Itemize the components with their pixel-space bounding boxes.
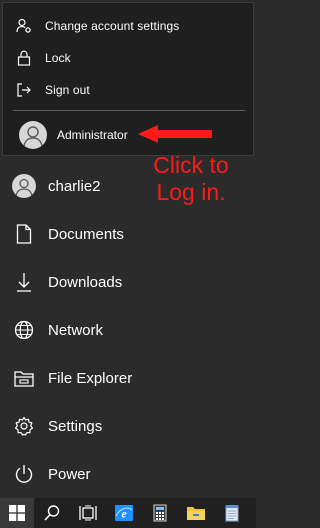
downloads-label: Downloads [48,273,123,291]
internet-explorer-button[interactable]: e [106,498,142,528]
documents-label: Documents [48,225,124,243]
start-menu-screen: Change account settings Lock Sign out Ad… [0,0,256,528]
lock-icon [3,50,45,66]
change-account-settings-item[interactable]: Change account settings [3,11,253,41]
red-arrow-annotation [138,125,212,143]
documents-item[interactable]: Documents [0,211,256,257]
network-item[interactable]: Network [0,307,256,353]
file-explorer-taskbar-button[interactable] [178,498,214,528]
user-charlie2-item[interactable]: charlie2 [0,163,256,209]
document-icon [0,224,48,244]
task-view-button[interactable] [70,498,106,528]
power-item[interactable]: Power [0,451,256,497]
gear-icon [0,416,48,436]
power-label: Power [48,465,91,483]
sign-out-item[interactable]: Sign out [3,75,253,105]
notepad-button[interactable] [214,498,250,528]
account-flyout: Change account settings Lock Sign out Ad… [2,2,254,156]
notepad-icon [225,505,239,522]
folder-icon [187,507,205,520]
start-button[interactable] [0,498,34,528]
download-icon [0,272,48,292]
downloads-item[interactable]: Downloads [0,259,256,305]
person-gear-icon [3,18,45,34]
file-explorer-icon [0,369,48,387]
network-icon [0,320,48,340]
lock-item[interactable]: Lock [3,43,253,73]
search-button[interactable] [34,498,70,528]
settings-label: Settings [48,417,103,435]
search-icon [44,505,60,521]
calculator-button[interactable] [142,498,178,528]
file-explorer-item[interactable]: File Explorer [0,355,256,401]
windows-start-icon [9,505,25,521]
user-avatar-icon-wrap [0,174,48,198]
settings-item[interactable]: Settings [0,403,256,449]
ie-icon: e [115,505,133,521]
calculator-icon [153,504,167,522]
charlie2-label: charlie2 [48,177,101,195]
change-account-settings-label: Change account settings [45,19,180,33]
sign-out-label: Sign out [45,83,90,97]
power-icon [0,464,48,484]
user-avatar-icon [19,121,47,149]
administrator-label: Administrator [57,128,128,142]
lock-label: Lock [45,51,71,65]
taskbar: e [0,498,256,528]
user-avatar-icon [12,174,36,198]
flyout-divider [13,110,245,111]
task-view-icon [79,505,97,521]
file-explorer-label: File Explorer [48,369,133,387]
sign-out-icon [3,82,45,98]
network-label: Network [48,321,104,339]
